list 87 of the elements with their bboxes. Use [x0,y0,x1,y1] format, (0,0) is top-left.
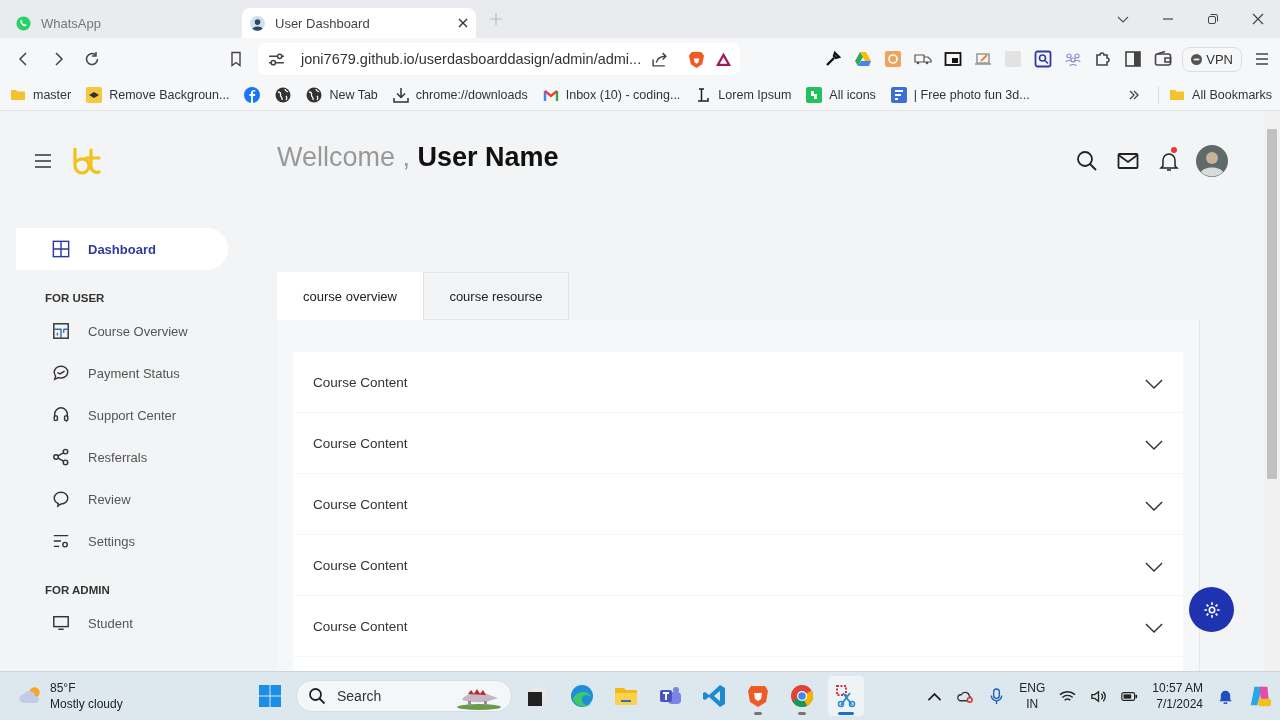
share-icon [52,448,70,466]
bookmark-item[interactable]: | Free photo fun 3d... [890,87,1030,103]
accordion-item[interactable]: Course Content [293,413,1183,473]
folder-icon [10,87,26,103]
language-indicator[interactable]: ENG IN [1019,680,1046,712]
content-tab[interactable]: course resourse [423,272,569,320]
accordion-item[interactable]: Course Content [293,535,1183,595]
whatsapp-icon [16,15,31,31]
address-bar[interactable]: joni7679.github.io/userdasboarddasign/admin/admi... [258,43,740,75]
minus-circle-icon [1191,53,1203,65]
grid-icon [52,240,70,258]
bookmark-icon[interactable] [228,51,244,67]
copilot-icon[interactable] [1248,684,1272,708]
site-settings-icon[interactable] [268,50,285,68]
chevron-down-icon [1145,378,1163,390]
bookmark-item[interactable]: Remove Backgroun... [86,87,230,103]
sidebar-item[interactable]: Student [0,602,277,644]
bookmark-item[interactable]: master [10,87,72,103]
globe-icon [306,87,323,103]
chevron-down-icon [1145,622,1163,634]
sidebar-item[interactable]: Resferrals [0,436,277,478]
scissors-icon[interactable] [828,676,864,716]
settings-icon [52,532,70,550]
form-icon [890,87,907,103]
bookmark-item[interactable]: New Tab [306,87,378,103]
app-icon [806,87,823,103]
settings-button[interactable] [1189,587,1234,632]
close-icon[interactable] [1252,13,1264,25]
content-tab[interactable]: course overview [277,272,423,320]
vpn-button[interactable]: VPN [1182,46,1242,72]
chevron-down-icon [1145,500,1163,512]
facebook-icon [244,87,261,103]
menu-icon[interactable] [35,154,51,168]
clock[interactable]: 10:57 AM 7/1/2024 [1152,680,1203,712]
chat-icon [52,364,70,382]
lion-shield-icon[interactable] [688,50,706,68]
triangle-icon[interactable] [715,50,733,68]
accordion-item[interactable]: Course Content [293,352,1183,412]
scrollbar[interactable] [1264,111,1280,671]
mail-icon[interactable] [1117,150,1139,172]
logo-icon [71,146,101,176]
browser-tab[interactable]: WhatsApp [8,8,242,38]
chevron-down-icon [1145,439,1163,451]
bell-icon[interactable] [1158,150,1180,172]
sidebar-item[interactable]: Dashboard [16,228,228,270]
accordion-item[interactable]: Course Content [293,474,1183,534]
serif-letter-icon [695,87,712,103]
settings-icon [1202,600,1221,619]
search-icon [308,687,326,705]
user-avatar-icon [250,15,265,31]
section-heading: FOR USER [44,292,106,304]
windows-start-icon[interactable] [258,684,282,708]
bookmark-item[interactable]: Inbox (10) - coding... [542,87,681,103]
more-bookmarks-icon[interactable] [1128,89,1141,101]
menu-icon[interactable] [1254,51,1270,67]
sidebar-item[interactable]: Support Center [0,394,277,436]
sidebar-item[interactable]: Payment Status [0,352,277,394]
download-icon [392,87,409,103]
accordion-item[interactable]: Course Content [293,596,1183,656]
globe-icon [275,87,292,103]
layout-icon [52,322,70,340]
bookmark-item[interactable]: Lorem Ipsum [695,87,792,103]
bookmark-item[interactable]: chrome://downloads [392,87,528,103]
monitor-icon [52,614,70,632]
bookmark-item[interactable]: All icons [806,87,876,103]
folder-icon [1169,87,1186,103]
speech-bubble-icon [52,490,70,508]
layers-icon [86,87,103,103]
welcome-heading: Wellcome , User Name [277,141,559,173]
bookmark-item[interactable]: All Bookmarks [1169,87,1272,103]
chevron-down-icon [1145,561,1163,573]
reload-icon[interactable] [84,51,100,67]
search-icon[interactable] [1076,150,1098,172]
headset-icon [52,406,70,424]
share-icon[interactable] [651,50,669,68]
close-tab-icon[interactable] [458,18,468,28]
sidebar-item[interactable]: Settings [0,520,277,562]
sidebar-item[interactable]: Course Overview [0,310,277,352]
search-field[interactable]: Search [296,680,512,712]
avatar-icon[interactable] [1196,145,1228,177]
section-heading: FOR ADMIN [44,584,111,596]
sidebar-item[interactable]: Review [0,478,277,520]
mail-icon [542,87,559,103]
weather-text: Mostly cloudy [50,696,123,712]
browser-tab[interactable]: User Dashboard [242,8,476,38]
restore-icon[interactable] [1207,13,1219,25]
temperature: 85°F [50,680,77,696]
